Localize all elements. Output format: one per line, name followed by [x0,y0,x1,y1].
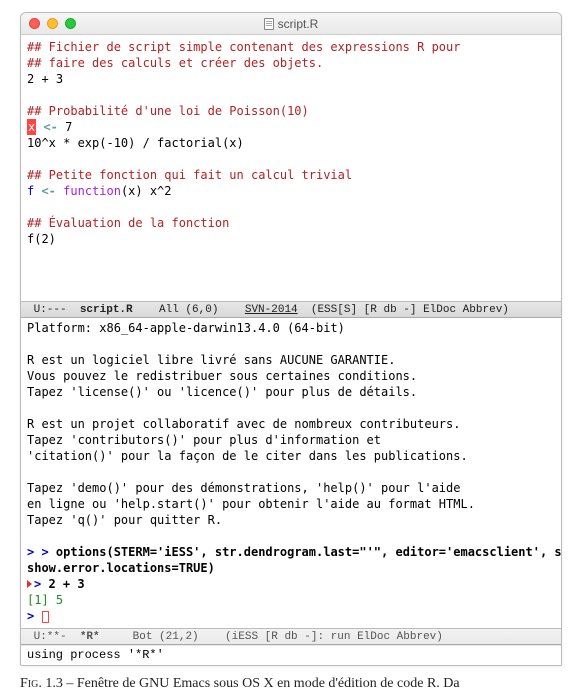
inactive-cursor [42,611,49,623]
repl-line: Tapez 'contributors()' pour plus d'infor… [27,433,381,447]
figure-caption: Fig. 1.3 – Fenêtre de GNU Emacs sous OS … [20,676,578,692]
modeline-editor[interactable]: U:--- script.R All (6,0) SVN-2014 (ESS[S… [21,301,561,318]
repl-input: 2 + 3 [48,577,84,591]
repl-line: en ligne ou 'help.start()' pour obtenir … [27,497,475,511]
code-text: (x) x^2 [121,184,172,198]
repl-line: Platform: x86_64-apple-darwin13.4.0 (64-… [27,321,345,335]
traffic-lights [29,18,76,29]
comment-line: ## faire des calculs et créer des objets… [27,56,323,70]
repl-input: options(STERM='iESS', str.dendrogram.las… [56,545,561,559]
editor-pane[interactable]: ## Fichier de script simple contenant de… [21,35,561,301]
repl-output: [1] 5 [27,593,63,607]
assign-op: <- [36,120,65,134]
minimize-icon[interactable] [47,18,58,29]
titlebar: script.R [21,13,561,35]
document-icon [264,18,274,30]
caption-label: Fig. 1.3 [20,676,63,691]
keyword: function [63,184,121,198]
repl-line: R est un projet collaboratif avec de nom… [27,417,460,431]
comment-line: ## Probabilité d'une loi de Poisson(10) [27,104,309,118]
modeline-flags: U:**- [27,631,80,643]
modeline-vc: SVN-2014 [245,304,298,316]
repl-prompt: > [34,577,48,591]
comment-line: ## Évaluation de la fonction [27,216,229,230]
repl-line: R est un logiciel libre livré sans AUCUN… [27,353,395,367]
modeline-buffer-name: script.R [80,304,133,316]
window-title: script.R [21,17,561,31]
repl-line: Tapez 'demo()' pour des démonstrations, … [27,481,460,495]
code-line: f(2) [27,232,56,246]
modeline-position: Bot (21,2) [100,631,225,643]
caption-text: Fenêtre de GNU Emacs sous OS X en mode d… [77,676,460,691]
zoom-icon[interactable] [65,18,76,29]
repl-prompt: > > [27,545,56,559]
modeline-modes: (iESS [R db -]: run ElDoc Abbrev) [225,631,443,643]
repl-line: Tapez 'q()' pour quitter R. [27,513,222,527]
repl-line: Vous pouvez le redistribuer sous certain… [27,369,417,383]
repl-input-wrap: show.error.locations=TRUE) [27,561,215,575]
code-line: 10^x * exp(-10) / factorial(x) [27,136,244,150]
code-line: 2 + 3 [27,72,63,86]
repl-line: Tapez 'license()' ou 'licence()' pour pl… [27,385,417,399]
continuation-icon [27,580,32,588]
comment-line: ## Fichier de script simple contenant de… [27,40,460,54]
caption-dash: – [63,676,77,691]
emacs-window: script.R ## Fichier de script simple con… [20,12,562,666]
modeline-repl[interactable]: U:**- *R* Bot (21,2) (iESS [R db -]: run… [21,628,561,645]
repl-prompt: > [27,609,41,623]
repl-line: 'citation()' pour la façon de le citer d… [27,449,468,463]
close-icon[interactable] [29,18,40,29]
modeline-position: All (6,0) [133,304,245,316]
modeline-buffer-name: *R* [80,631,100,643]
echo-area: using process '*R*' [21,645,561,665]
code-text: 7 [65,120,72,134]
assign-op: <- [34,184,63,198]
modeline-flags: U:--- [27,304,80,316]
echo-text: using process '*R*' [27,648,164,662]
comment-line: ## Petite fonction qui fait un calcul tr… [27,168,352,182]
modeline-modes: (ESS[S] [R db -] ElDoc Abbrev) [298,304,509,316]
window-title-text: script.R [278,17,319,31]
point-cursor: x [27,119,36,135]
repl-pane[interactable]: Platform: x86_64-apple-darwin13.4.0 (64-… [21,318,561,628]
